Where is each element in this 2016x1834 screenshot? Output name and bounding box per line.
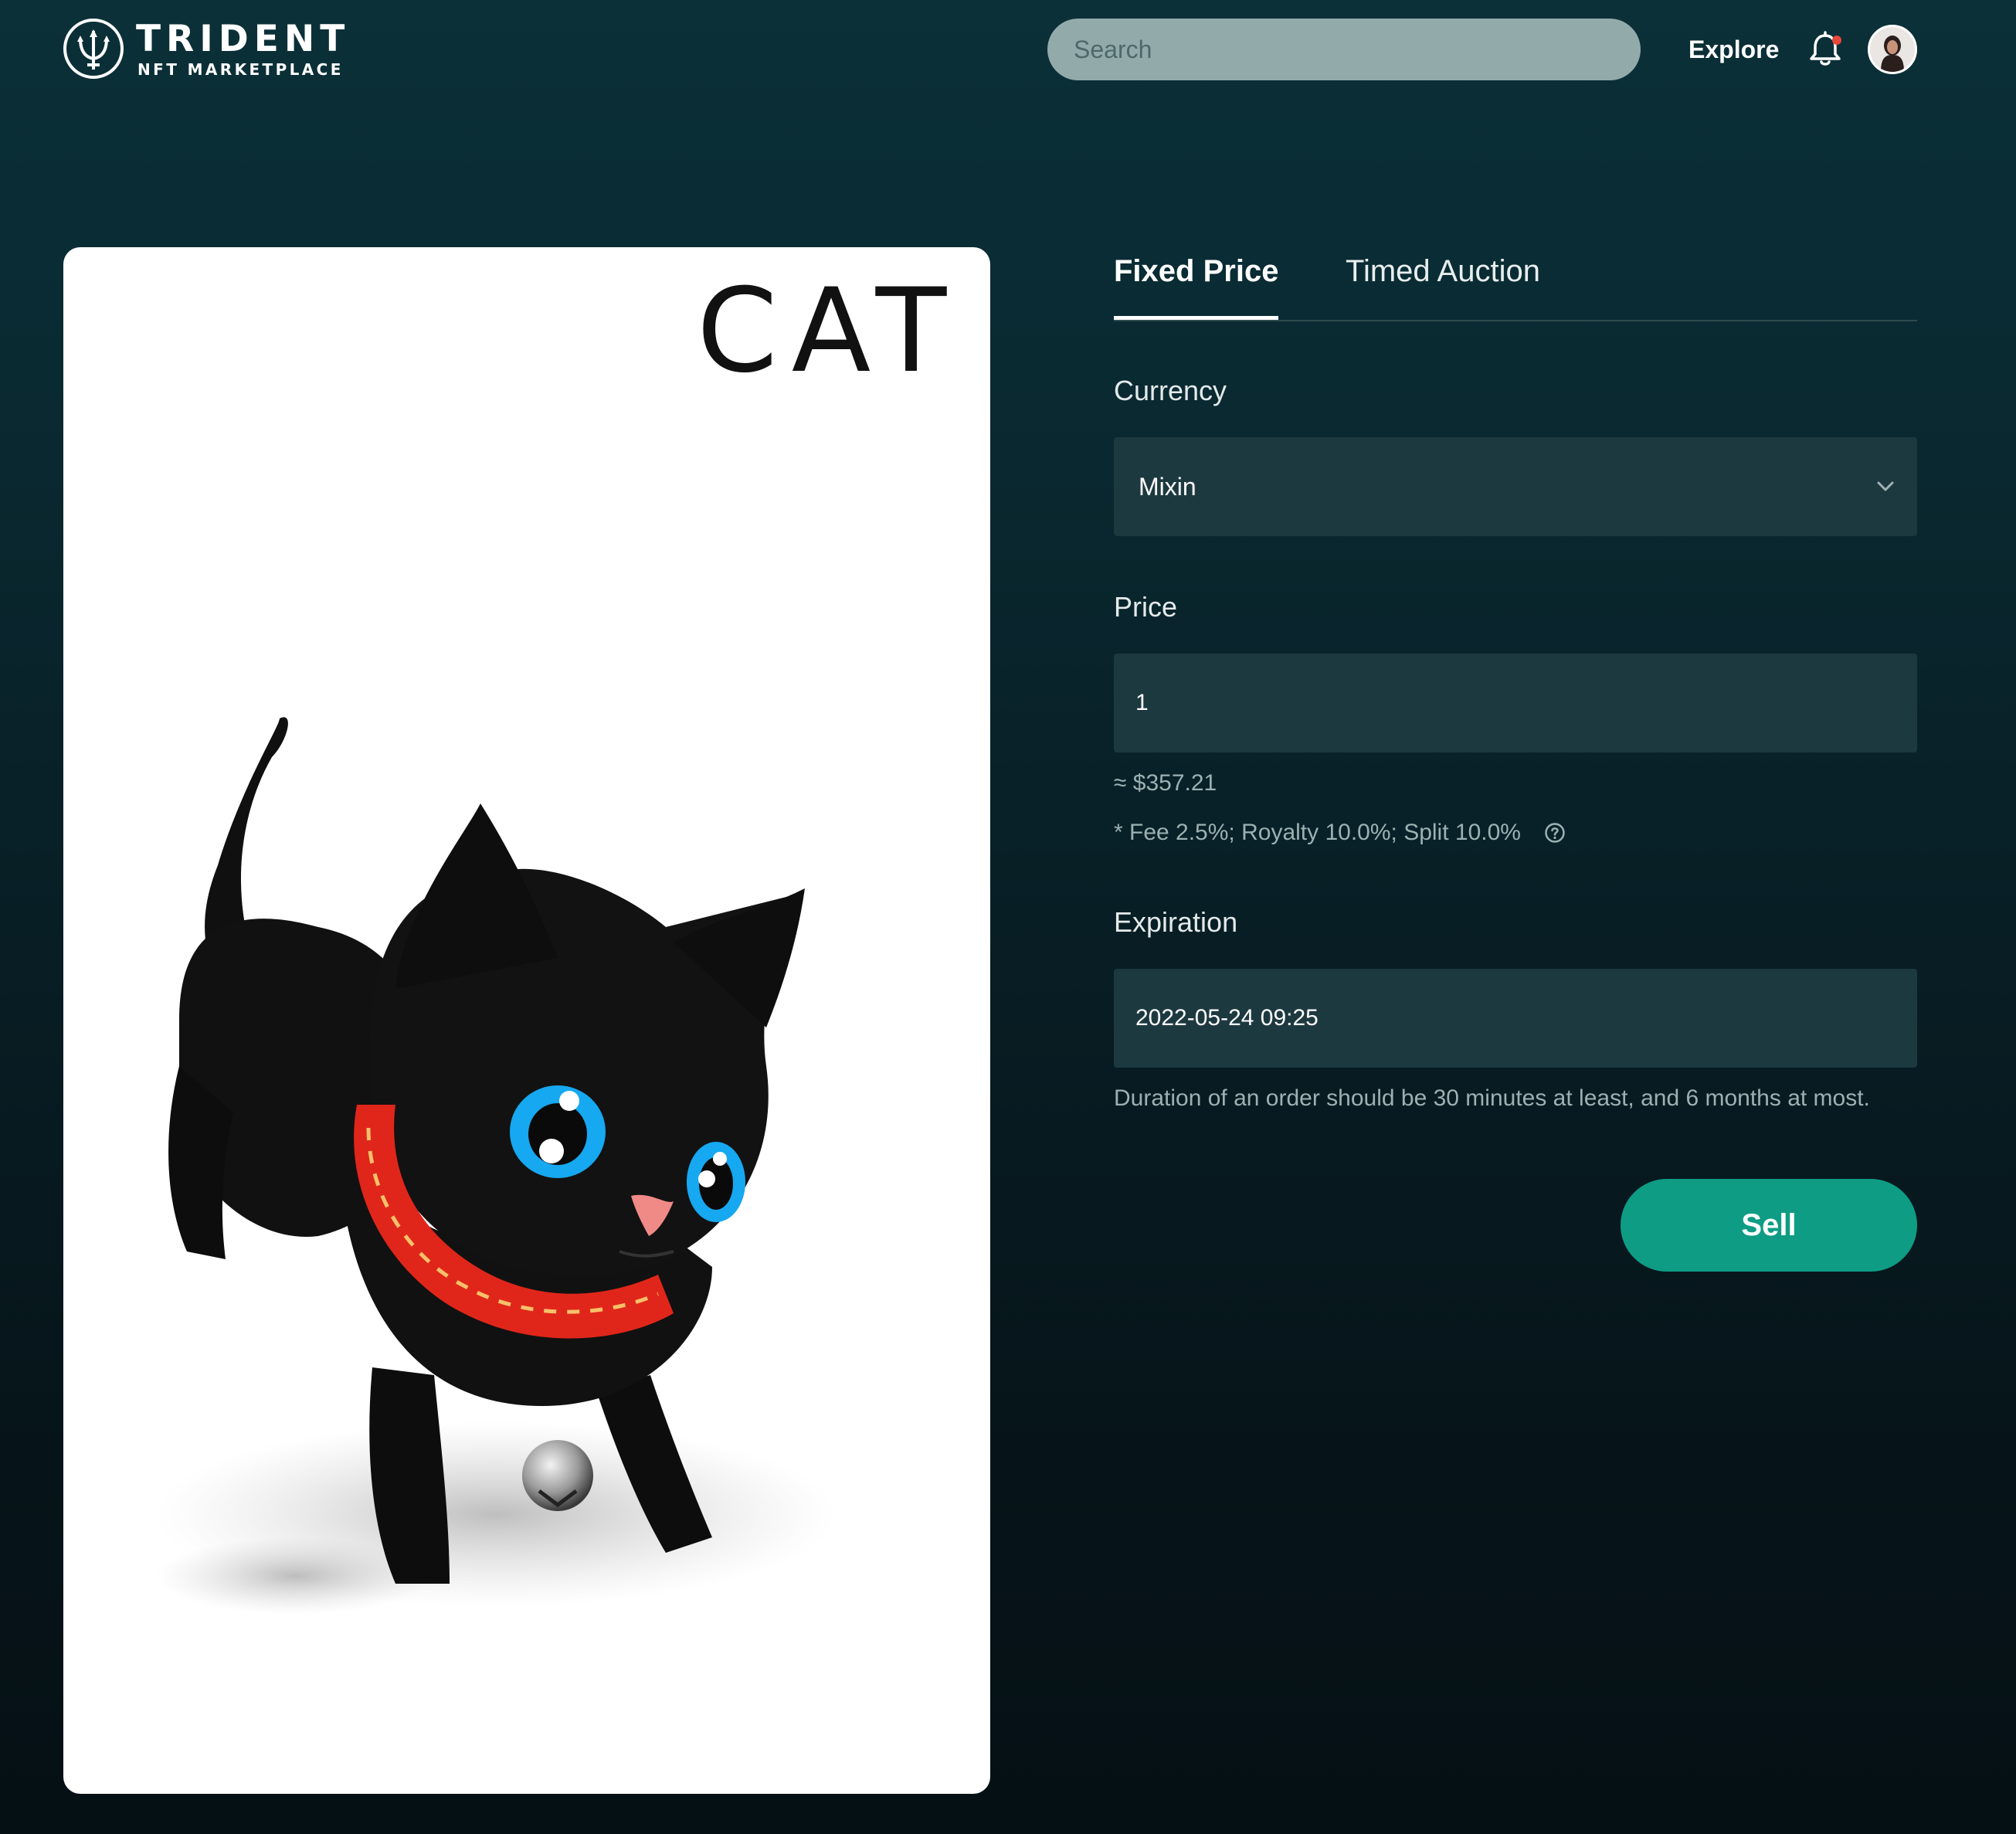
cat-artwork-image: CAT: [156, 264, 960, 1615]
search-bar[interactable]: [1047, 19, 1641, 80]
expiration-input[interactable]: [1134, 1004, 1879, 1032]
sale-type-tabs: Fixed Price Timed Auction: [1114, 247, 1917, 321]
help-icon[interactable]: [1544, 822, 1566, 844]
currency-select[interactable]: Mixin: [1114, 437, 1917, 536]
tab-timed-auction-label: Timed Auction: [1346, 254, 1540, 288]
trident-logo-icon: [63, 19, 124, 79]
notifications-button[interactable]: [1807, 31, 1843, 68]
user-avatar-icon: [1870, 27, 1915, 72]
brand-subtitle: NFT MARKETPLACE: [137, 60, 344, 79]
sell-button[interactable]: Sell: [1621, 1179, 1917, 1272]
artwork-card: CAT: [63, 247, 990, 1794]
fee-note: * Fee 2.5%; Royalty 10.0%; Split 10.0%: [1114, 817, 1566, 848]
currency-label: Currency: [1114, 375, 1227, 406]
price-field[interactable]: [1114, 654, 1917, 752]
expiration-label: Expiration: [1114, 906, 1238, 938]
expiration-field[interactable]: [1114, 969, 1917, 1068]
chevron-down-icon: [1877, 481, 1894, 491]
tab-timed-auction[interactable]: Timed Auction: [1346, 247, 1540, 318]
currency-selected-value: Mixin: [1139, 472, 1196, 501]
price-input[interactable]: [1134, 689, 1879, 717]
explore-link[interactable]: Explore: [1688, 31, 1779, 68]
active-tab-indicator: [1114, 316, 1279, 320]
artwork-caption: CAT: [697, 264, 960, 399]
brand-logo[interactable]: TRIDENT NFT MARKETPLACE: [62, 17, 344, 80]
search-input[interactable]: [1072, 34, 1616, 65]
fee-note-text: * Fee 2.5%; Royalty 10.0%; Split 10.0%: [1114, 820, 1521, 845]
price-label: Price: [1114, 591, 1178, 623]
notification-dot: [1832, 36, 1841, 45]
duration-note: Duration of an order should be 30 minute…: [1114, 1085, 1870, 1111]
brand-name: TRIDENT: [136, 18, 351, 60]
usd-estimate: ≈ $357.21: [1114, 770, 1217, 796]
tab-fixed-price[interactable]: Fixed Price: [1114, 247, 1279, 320]
tab-fixed-price-label: Fixed Price: [1114, 254, 1279, 288]
avatar[interactable]: [1868, 25, 1917, 74]
